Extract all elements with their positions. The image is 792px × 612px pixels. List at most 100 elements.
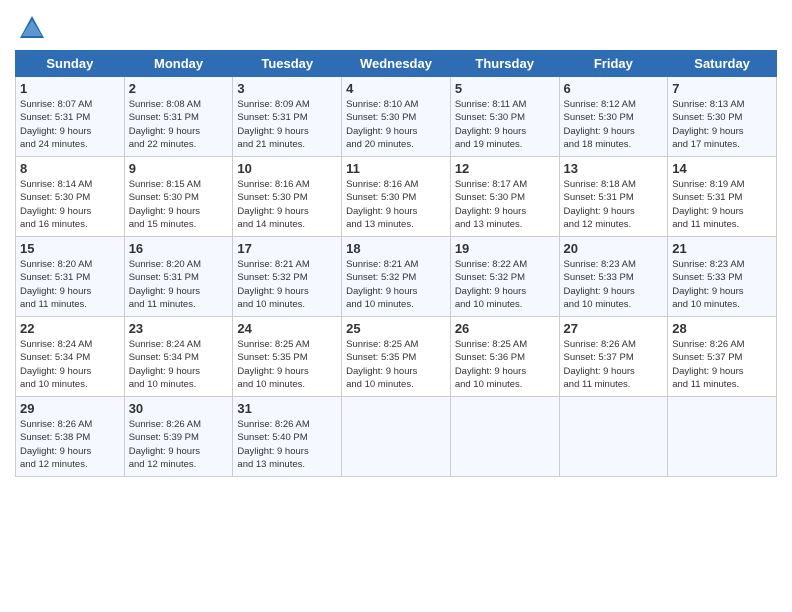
day-number: 28 [672,321,772,336]
day-info: Sunrise: 8:24 AM Sunset: 5:34 PM Dayligh… [20,338,120,391]
calendar-cell: 4 Sunrise: 8:10 AM Sunset: 5:30 PM Daylig… [342,77,451,157]
day-info: Sunrise: 8:09 AM Sunset: 5:31 PM Dayligh… [237,98,337,151]
day-info: Sunrise: 8:21 AM Sunset: 5:32 PM Dayligh… [346,258,446,311]
calendar-week-row: 29Sunrise: 8:26 AM Sunset: 5:38 PM Dayli… [16,397,777,477]
day-number: 16 [129,241,229,256]
day-info: Sunrise: 8:26 AM Sunset: 5:40 PM Dayligh… [237,418,337,471]
day-info: Sunrise: 8:26 AM Sunset: 5:37 PM Dayligh… [672,338,772,391]
calendar-cell: 12 Sunrise: 8:17 AM Sunset: 5:30 PM Dayli… [450,157,559,237]
calendar-cell: 17 Sunrise: 8:21 AM Sunset: 5:32 PM Dayli… [233,237,342,317]
calendar-cell: 15 Sunrise: 8:20 AM Sunset: 5:31 PM Dayli… [16,237,125,317]
calendar-week-row: 15 Sunrise: 8:20 AM Sunset: 5:31 PM Dayli… [16,237,777,317]
day-info: Sunrise: 8:19 AM Sunset: 5:31 PM Dayligh… [672,178,772,231]
day-info: Sunrise: 8:12 AM Sunset: 5:30 PM Dayligh… [564,98,664,151]
header [15,10,777,42]
day-info: Sunrise: 8:18 AM Sunset: 5:31 PM Dayligh… [564,178,664,231]
day-info: Sunrise: 8:26 AM Sunset: 5:37 PM Dayligh… [564,338,664,391]
day-info: Sunrise: 8:23 AM Sunset: 5:33 PM Dayligh… [672,258,772,311]
day-number: 25 [346,321,446,336]
day-number: 31 [237,401,337,416]
day-header-thursday: Thursday [450,51,559,77]
calendar-week-row: 22Sunrise: 8:24 AM Sunset: 5:34 PM Dayli… [16,317,777,397]
day-number: 6 [564,81,664,96]
day-number: 3 [237,81,337,96]
day-info: Sunrise: 8:14 AM Sunset: 5:30 PM Dayligh… [20,178,120,231]
calendar-cell: 19Sunrise: 8:22 AM Sunset: 5:32 PM Dayli… [450,237,559,317]
day-number: 8 [20,161,120,176]
calendar-cell: 5Sunrise: 8:11 AM Sunset: 5:30 PM Daylig… [450,77,559,157]
calendar-cell: 23 Sunrise: 8:24 AM Sunset: 5:34 PM Dayli… [124,317,233,397]
day-number: 18 [346,241,446,256]
calendar-cell: 8 Sunrise: 8:14 AM Sunset: 5:30 PM Daylig… [16,157,125,237]
day-info: Sunrise: 8:10 AM Sunset: 5:30 PM Dayligh… [346,98,446,151]
day-number: 15 [20,241,120,256]
day-number: 9 [129,161,229,176]
calendar-cell: 24Sunrise: 8:25 AM Sunset: 5:35 PM Dayli… [233,317,342,397]
day-number: 13 [564,161,664,176]
day-info: Sunrise: 8:26 AM Sunset: 5:38 PM Dayligh… [20,418,120,471]
day-info: Sunrise: 8:17 AM Sunset: 5:30 PM Dayligh… [455,178,555,231]
calendar-cell: 21 Sunrise: 8:23 AM Sunset: 5:33 PM Dayli… [668,237,777,317]
day-number: 19 [455,241,555,256]
logo [15,14,46,42]
day-number: 10 [237,161,337,176]
day-info: Sunrise: 8:24 AM Sunset: 5:34 PM Dayligh… [129,338,229,391]
day-info: Sunrise: 8:23 AM Sunset: 5:33 PM Dayligh… [564,258,664,311]
calendar-cell: 20Sunrise: 8:23 AM Sunset: 5:33 PM Dayli… [559,237,668,317]
day-info: Sunrise: 8:11 AM Sunset: 5:30 PM Dayligh… [455,98,555,151]
day-info: Sunrise: 8:16 AM Sunset: 5:30 PM Dayligh… [237,178,337,231]
day-info: Sunrise: 8:15 AM Sunset: 5:30 PM Dayligh… [129,178,229,231]
calendar-cell: 14 Sunrise: 8:19 AM Sunset: 5:31 PM Dayli… [668,157,777,237]
day-number: 12 [455,161,555,176]
calendar-cell [342,397,451,477]
day-info: Sunrise: 8:20 AM Sunset: 5:31 PM Dayligh… [20,258,120,311]
day-number: 17 [237,241,337,256]
day-number: 1 [20,81,120,96]
day-info: Sunrise: 8:21 AM Sunset: 5:32 PM Dayligh… [237,258,337,311]
day-number: 4 [346,81,446,96]
calendar-cell [450,397,559,477]
calendar-cell: 7 Sunrise: 8:13 AM Sunset: 5:30 PM Daylig… [668,77,777,157]
day-info: Sunrise: 8:25 AM Sunset: 5:35 PM Dayligh… [237,338,337,391]
day-header-wednesday: Wednesday [342,51,451,77]
day-number: 30 [129,401,229,416]
day-info: Sunrise: 8:25 AM Sunset: 5:35 PM Dayligh… [346,338,446,391]
calendar-cell: 1 Sunrise: 8:07 AM Sunset: 5:31 PM Daylig… [16,77,125,157]
calendar-cell [559,397,668,477]
day-info: Sunrise: 8:25 AM Sunset: 5:36 PM Dayligh… [455,338,555,391]
calendar-cell: 13 Sunrise: 8:18 AM Sunset: 5:31 PM Dayli… [559,157,668,237]
day-number: 11 [346,161,446,176]
day-header-monday: Monday [124,51,233,77]
day-number: 14 [672,161,772,176]
calendar-cell: 31 Sunrise: 8:26 AM Sunset: 5:40 PM Dayli… [233,397,342,477]
calendar-cell: 25 Sunrise: 8:25 AM Sunset: 5:35 PM Dayli… [342,317,451,397]
calendar-week-row: 8 Sunrise: 8:14 AM Sunset: 5:30 PM Daylig… [16,157,777,237]
calendar-cell [668,397,777,477]
calendar-week-row: 1 Sunrise: 8:07 AM Sunset: 5:31 PM Daylig… [16,77,777,157]
day-header-saturday: Saturday [668,51,777,77]
calendar-cell: 18 Sunrise: 8:21 AM Sunset: 5:32 PM Dayli… [342,237,451,317]
calendar-cell: 6 Sunrise: 8:12 AM Sunset: 5:30 PM Daylig… [559,77,668,157]
day-info: Sunrise: 8:16 AM Sunset: 5:30 PM Dayligh… [346,178,446,231]
day-header-friday: Friday [559,51,668,77]
calendar-cell: 9 Sunrise: 8:15 AM Sunset: 5:30 PM Daylig… [124,157,233,237]
day-info: Sunrise: 8:08 AM Sunset: 5:31 PM Dayligh… [129,98,229,151]
calendar-cell: 2 Sunrise: 8:08 AM Sunset: 5:31 PM Daylig… [124,77,233,157]
day-info: Sunrise: 8:07 AM Sunset: 5:31 PM Dayligh… [20,98,120,151]
calendar-cell: 26 Sunrise: 8:25 AM Sunset: 5:36 PM Dayli… [450,317,559,397]
day-number: 23 [129,321,229,336]
day-number: 2 [129,81,229,96]
calendar-cell: 11 Sunrise: 8:16 AM Sunset: 5:30 PM Dayli… [342,157,451,237]
day-number: 21 [672,241,772,256]
calendar-cell: 10 Sunrise: 8:16 AM Sunset: 5:30 PM Dayli… [233,157,342,237]
calendar-cell: 27Sunrise: 8:26 AM Sunset: 5:37 PM Dayli… [559,317,668,397]
calendar-table: SundayMondayTuesdayWednesdayThursdayFrid… [15,50,777,477]
day-number: 26 [455,321,555,336]
day-info: Sunrise: 8:20 AM Sunset: 5:31 PM Dayligh… [129,258,229,311]
calendar-cell: 16 Sunrise: 8:20 AM Sunset: 5:31 PM Dayli… [124,237,233,317]
calendar-cell: 3 Sunrise: 8:09 AM Sunset: 5:31 PM Daylig… [233,77,342,157]
logo-icon [18,14,46,42]
day-info: Sunrise: 8:13 AM Sunset: 5:30 PM Dayligh… [672,98,772,151]
calendar-cell: 22Sunrise: 8:24 AM Sunset: 5:34 PM Dayli… [16,317,125,397]
day-number: 7 [672,81,772,96]
